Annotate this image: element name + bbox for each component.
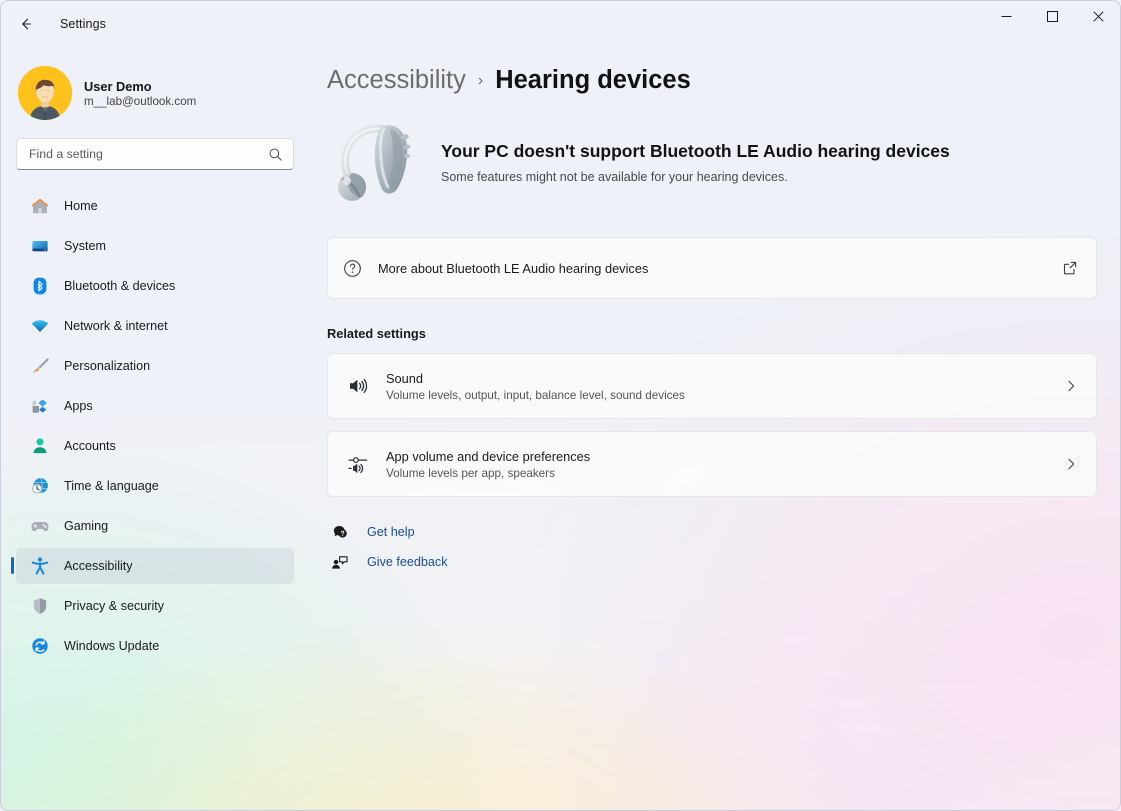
open-external-icon <box>1063 261 1077 275</box>
account-email: m__lab@outlook.com <box>84 94 197 108</box>
more-about-label: More about Bluetooth LE Audio hearing de… <box>378 260 649 276</box>
settings-window: Settings User Demo m__lab@outlook.com Fi… <box>0 0 1121 811</box>
back-button[interactable] <box>10 8 42 40</box>
maximize-icon <box>1046 10 1058 22</box>
more-about-card[interactable]: More about Bluetooth LE Audio hearing de… <box>327 237 1097 299</box>
sidebar-item-gaming[interactable]: Gaming <box>16 508 294 544</box>
page-title: Hearing devices <box>495 66 691 94</box>
search-box[interactable] <box>16 138 294 170</box>
row-title: Sound <box>386 370 424 386</box>
sidebar-item-system[interactable]: System <box>16 228 294 264</box>
footer-links: Get help Give feedback <box>327 523 1097 571</box>
person-icon <box>33 438 47 454</box>
sidebar: User Demo m__lab@outlook.com Home <box>0 48 310 811</box>
row-text: App volume and device preferences Volume… <box>386 449 590 480</box>
avatar <box>18 66 72 120</box>
window-controls <box>983 0 1121 48</box>
breadcrumb: Accessibility › Hearing devices <box>327 66 1097 95</box>
help-circle-icon <box>344 259 361 277</box>
clock-globe-icon <box>32 477 48 494</box>
sidebar-item-label: Accounts <box>64 439 116 453</box>
sidebar-item-label: Home <box>64 199 98 213</box>
search-input[interactable] <box>29 147 268 161</box>
brush-icon <box>32 358 49 374</box>
row-title: App volume and device preferences <box>386 448 591 464</box>
sidebar-item-accounts[interactable]: Accounts <box>16 428 294 464</box>
get-help-label: Get help <box>367 525 415 539</box>
maximize-button[interactable] <box>1029 0 1075 32</box>
account-text: User Demo m__lab@outlook.com <box>84 79 196 108</box>
title-bar: Settings <box>0 0 1121 48</box>
sidebar-item-network[interactable]: Network & internet <box>16 308 294 344</box>
gamepad-icon <box>31 522 49 532</box>
sidebar-item-windows-update[interactable]: Windows Update <box>16 628 294 664</box>
sidebar-item-privacy-security[interactable]: Privacy & security <box>16 588 294 624</box>
sidebar-item-bluetooth[interactable]: Bluetooth & devices <box>16 268 294 304</box>
give-feedback-icon <box>332 556 348 569</box>
get-help-icon <box>333 525 347 538</box>
breadcrumb-parent[interactable]: Accessibility <box>327 66 466 95</box>
sidebar-item-label: Apps <box>64 399 93 413</box>
hearing-aid-illustration <box>338 124 411 201</box>
sidebar-item-label: Gaming <box>64 519 109 533</box>
search-icon <box>269 148 282 161</box>
bluetooth-icon <box>33 277 47 295</box>
minimize-button[interactable] <box>983 0 1029 32</box>
hero-text: Your PC doesn't support Bluetooth LE Aud… <box>441 138 950 184</box>
shield-icon <box>33 598 47 614</box>
give-feedback-label: Give feedback <box>367 555 448 569</box>
wifi-icon <box>31 320 49 332</box>
account-tile[interactable]: User Demo m__lab@outlook.com <box>16 58 294 120</box>
hero-banner: Your PC doesn't support Bluetooth LE Aud… <box>327 111 1097 211</box>
sidebar-nav: Home System Bluetooth & devices Network … <box>11 188 294 664</box>
related-settings-title: Related settings <box>327 326 426 341</box>
chevron-right-icon <box>1068 458 1075 470</box>
sidebar-item-label: Windows Update <box>64 639 160 653</box>
related-row-sound[interactable]: Sound Volume levels, output, input, bala… <box>327 353 1097 419</box>
accessibility-icon <box>31 557 49 575</box>
sidebar-item-label: Privacy & security <box>64 599 165 613</box>
speaker-icon <box>350 378 368 394</box>
window-title: Settings <box>60 17 106 31</box>
minimize-icon <box>1001 15 1011 17</box>
get-help-link[interactable]: Get help <box>327 523 415 541</box>
sidebar-item-apps[interactable]: Apps <box>16 388 294 424</box>
related-row-app-volume[interactable]: App volume and device preferences Volume… <box>327 431 1097 497</box>
apps-icon <box>32 399 47 413</box>
account-name: User Demo <box>84 78 152 94</box>
breadcrumb-separator: › <box>477 71 484 89</box>
back-arrow-icon <box>22 18 31 30</box>
sidebar-item-label: Accessibility <box>64 559 133 573</box>
sidebar-item-label: Time & language <box>64 479 159 493</box>
avatar-illustration <box>18 66 72 120</box>
sidebar-item-personalization[interactable]: Personalization <box>16 348 294 384</box>
sidebar-item-label: Bluetooth & devices <box>64 279 176 293</box>
row-text: Sound Volume levels, output, input, bala… <box>386 371 685 402</box>
give-feedback-link[interactable]: Give feedback <box>327 553 448 571</box>
content-pane: Accessibility › Hearing devices Your PC … <box>310 48 1121 811</box>
sidebar-item-time-language[interactable]: Time & language <box>16 468 294 504</box>
sidebar-item-home[interactable]: Home <box>16 188 294 224</box>
system-icon <box>32 241 48 252</box>
hero-subtitle: Some features might not be available for… <box>441 170 788 184</box>
row-subtitle: Volume levels, output, input, balance le… <box>386 388 685 402</box>
close-button[interactable] <box>1075 0 1121 32</box>
sidebar-item-label: Personalization <box>64 359 151 373</box>
chevron-right-icon <box>1068 380 1075 392</box>
home-icon <box>31 198 49 214</box>
sidebar-item-accessibility[interactable]: Accessibility <box>11 548 294 584</box>
sidebar-item-label: System <box>64 239 106 253</box>
sidebar-item-label: Network & internet <box>64 319 168 333</box>
hero-title: Your PC doesn't support Bluetooth LE Aud… <box>441 141 950 161</box>
close-icon <box>1092 10 1104 22</box>
update-icon <box>32 638 48 654</box>
app-volume-icon <box>348 457 368 474</box>
row-subtitle: Volume levels per app, speakers <box>386 466 555 480</box>
